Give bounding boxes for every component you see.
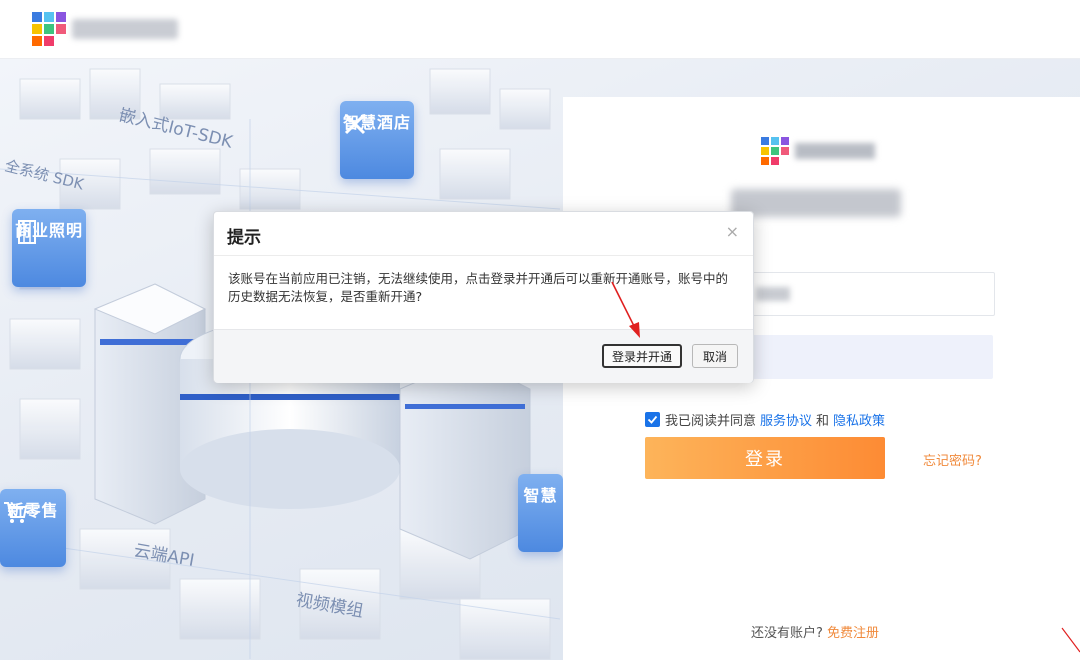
agree-checkbox[interactable] [645, 411, 660, 427]
badge-smart-partial: 智慧 [518, 474, 563, 552]
dialog-title: 提示 [227, 228, 261, 248]
brand-name-blurred [72, 19, 178, 39]
agreement-row: 我已阅读并同意 服务协议 和 隐私政策 [645, 409, 885, 429]
service-agreement-link[interactable]: 服务协议 [760, 410, 812, 429]
badge-commercial-lighting: 商业照明 [12, 209, 86, 287]
top-header [0, 0, 1080, 59]
cancel-button[interactable]: 取消 [692, 344, 738, 368]
dialog-message: 该账号在当前应用已注销，无法继续使用，点击登录并开通后可以重新开通账号，账号中的… [228, 271, 729, 304]
badge-smart-hotel: 智慧酒店 [340, 101, 414, 179]
checkmark-icon [647, 415, 658, 424]
agree-and-text: 和 [816, 413, 830, 429]
agree-prefix-text: 我已阅读并同意 [665, 413, 757, 429]
tools-icon [344, 113, 366, 135]
no-account-text: 还没有账户? [751, 626, 823, 641]
login-button[interactable]: 登录 [645, 437, 885, 479]
badge-new-retail: 新零售 [0, 489, 66, 567]
badge-smart-partial-text: 智慧 [523, 486, 558, 505]
close-icon[interactable]: × [726, 222, 739, 241]
account-value-blurred [756, 287, 790, 301]
card-subtitle-blurred [731, 189, 901, 217]
card-logo-icon [761, 137, 791, 167]
dialog-divider [214, 255, 753, 256]
dialog-footer: 登录并开通 取消 [214, 329, 753, 383]
lighting-panel-icon [18, 220, 36, 244]
signup-row: 还没有账户? 免费注册 [751, 622, 879, 641]
card-brand-name-blurred [795, 143, 875, 159]
brand-logo-icon[interactable] [32, 12, 68, 48]
free-register-link[interactable]: 免费注册 [827, 626, 879, 641]
shopping-cart-icon [4, 502, 28, 523]
login-and-activate-button[interactable]: 登录并开通 [602, 344, 682, 368]
privacy-policy-link[interactable]: 隐私政策 [833, 410, 885, 429]
forgot-password-link[interactable]: 忘记密码? [923, 450, 982, 469]
confirm-dialog: 提示 × 该账号在当前应用已注销，无法继续使用，点击登录并开通后可以重新开通账号… [213, 211, 754, 383]
